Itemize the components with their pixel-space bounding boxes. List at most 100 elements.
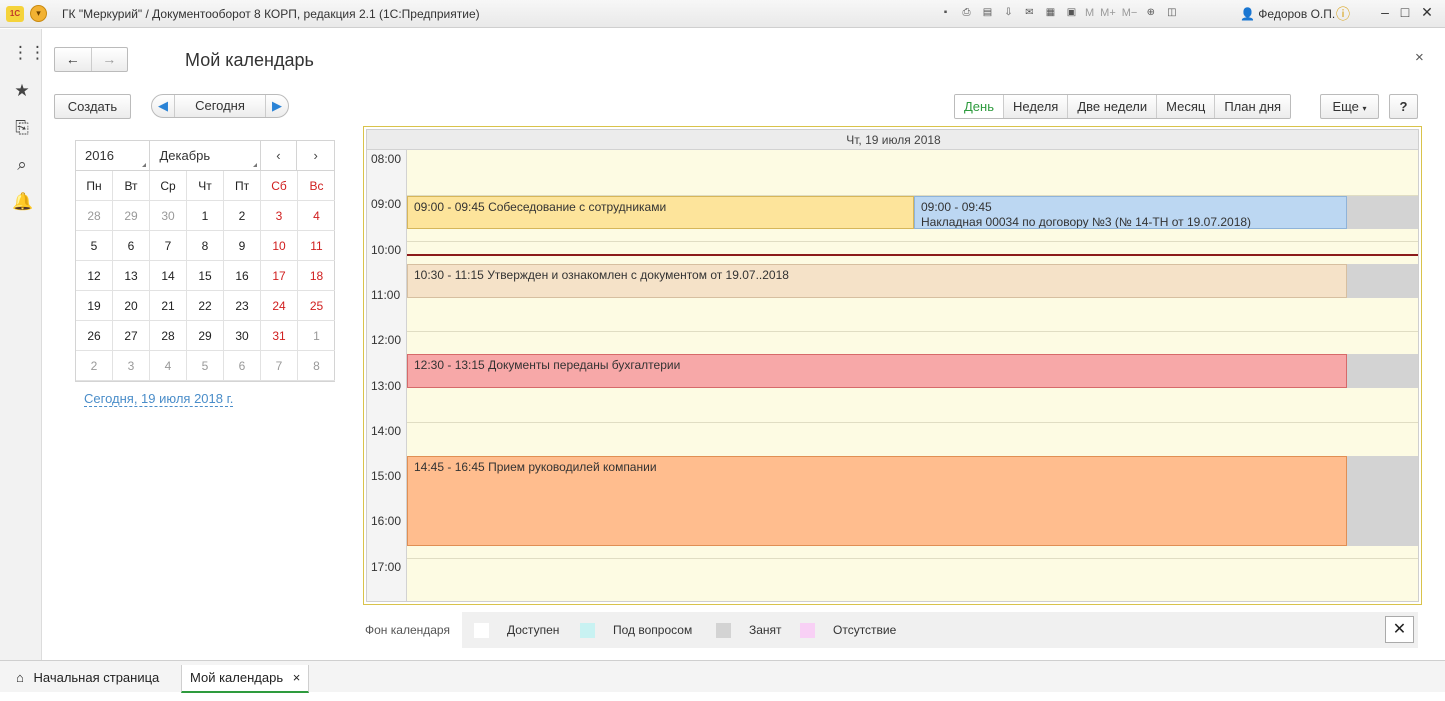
help-button[interactable]: ? [1389, 94, 1418, 119]
calendar-day[interactable]: 21 [150, 291, 187, 321]
calendar-day[interactable]: 12 [76, 261, 113, 291]
tab-my-calendar[interactable]: Мой календарь × [181, 665, 310, 693]
close-window-button[interactable]: ✕ [1418, 4, 1436, 21]
forward-arrow-icon[interactable]: → [90, 48, 128, 71]
event-interview[interactable]: 09:00 - 09:45 Собеседование с сотрудника… [407, 196, 914, 229]
tab-home[interactable]: ⌂ Начальная страница [8, 665, 167, 691]
calendar-day[interactable]: 14 [150, 261, 187, 291]
calendar-day[interactable]: 2 [76, 351, 113, 381]
close-tab-icon[interactable]: × [293, 670, 301, 685]
calendar-day[interactable]: 6 [113, 231, 150, 261]
calendar-day[interactable]: 1 [187, 201, 224, 231]
memory-plus-button[interactable]: M+ [1100, 7, 1116, 19]
calendar-icon[interactable]: ▣ [1064, 5, 1079, 20]
memory-minus-button[interactable]: M− [1122, 7, 1138, 19]
calendar-day[interactable]: 1 [298, 321, 335, 351]
calendar-day[interactable]: 24 [261, 291, 298, 321]
schedule-grid[interactable]: 09:00 - 09:45 Собеседование с сотрудника… [407, 150, 1418, 601]
view-month[interactable]: Месяц [1156, 95, 1215, 118]
zoom-icon[interactable]: ⊕ [1143, 5, 1158, 20]
calendar-day[interactable]: 31 [261, 321, 298, 351]
calendar-day[interactable]: 7 [150, 231, 187, 261]
close-form-icon[interactable]: × [1415, 49, 1424, 66]
view-week[interactable]: Неделя [1003, 95, 1068, 118]
more-button[interactable]: Еще ▾ [1320, 94, 1379, 119]
memory-button[interactable]: M [1085, 7, 1094, 19]
calendar-day[interactable]: 19 [76, 291, 113, 321]
calendar-day[interactable]: 26 [76, 321, 113, 351]
minimize-button[interactable]: – [1376, 4, 1394, 20]
calendar-day[interactable]: 15 [187, 261, 224, 291]
search-icon[interactable]: ⌕ [12, 155, 32, 175]
calendar-day[interactable]: 30 [150, 201, 187, 231]
legend-close-button[interactable]: ✕ [1385, 616, 1414, 643]
month-select[interactable]: Декабрь [150, 141, 261, 170]
view-day-plan[interactable]: План дня [1214, 95, 1291, 118]
calendar-day[interactable]: 17 [261, 261, 298, 291]
prev-month-icon[interactable]: ‹ [261, 141, 298, 170]
year-select[interactable]: 2016 [76, 141, 151, 170]
today-date-link[interactable]: Сегодня, 19 июля 2018 г. [84, 391, 234, 407]
print-icon[interactable]: ⎙ [959, 5, 974, 20]
calendar-day[interactable]: 2 [224, 201, 261, 231]
calendar-day[interactable]: 29 [187, 321, 224, 351]
event-invoice[interactable]: 09:00 - 09:45 Накладная 00034 по договор… [914, 196, 1347, 229]
today-button[interactable]: Сегодня [174, 95, 266, 117]
calendar-day[interactable]: 4 [298, 201, 335, 231]
calendar-day[interactable]: 20 [113, 291, 150, 321]
event-documents-accounting[interactable]: 12:30 - 13:15 Документы переданы бухгалт… [407, 354, 1347, 388]
save-icon[interactable]: ▪ [938, 5, 953, 20]
event-managers-reception[interactable]: 14:45 - 16:45 Прием руководилей компании [407, 456, 1347, 546]
calendar-day[interactable]: 11 [298, 231, 335, 261]
calculator-icon[interactable]: ▦ [1043, 5, 1058, 20]
calendar-day[interactable]: 23 [224, 291, 261, 321]
notifications-bell-icon[interactable]: 🔔 [12, 192, 33, 212]
calendar-day[interactable]: 10 [261, 231, 298, 261]
back-arrow-icon[interactable]: ← [55, 48, 91, 71]
favorites-star-icon[interactable]: ★ [12, 81, 32, 101]
hour-gridline [407, 422, 1418, 423]
dropdown-corner-icon [252, 163, 257, 167]
view-day[interactable]: День [955, 95, 1003, 118]
panels-icon[interactable]: ◫ [1164, 5, 1179, 20]
view-two-weeks[interactable]: Две недели [1067, 95, 1157, 118]
calendar-day[interactable]: 7 [261, 351, 298, 381]
download-icon[interactable]: ⇩ [1001, 5, 1016, 20]
event-document-approved[interactable]: 10:30 - 11:15 Утвержден и ознакомлен с д… [407, 264, 1347, 298]
calendar-legend: Фон календаря Доступен Под вопросом Заня… [362, 612, 1418, 648]
calendar-day[interactable]: 3 [261, 201, 298, 231]
mail-icon[interactable]: ✉ [1022, 5, 1037, 20]
calendar-day[interactable]: 8 [298, 351, 335, 381]
maximize-button[interactable]: □ [1396, 4, 1414, 20]
next-month-icon[interactable]: › [297, 141, 334, 170]
calendar-day[interactable]: 5 [76, 231, 113, 261]
user-name[interactable]: 👤 Федоров О.П. [1240, 7, 1335, 21]
sections-grid-icon[interactable]: ⋮⋮ [12, 43, 46, 63]
calendar-day[interactable]: 27 [113, 321, 150, 351]
main-menu-button[interactable]: ▾ [30, 5, 47, 22]
create-button[interactable]: Создать [54, 94, 131, 119]
calendar-day[interactable]: 9 [224, 231, 261, 261]
calendar-day[interactable]: 8 [187, 231, 224, 261]
calendar-day[interactable]: 25 [298, 291, 335, 321]
calendar-day[interactable]: 4 [150, 351, 187, 381]
calendar-day[interactable]: 13 [113, 261, 150, 291]
calendar-day[interactable]: 28 [76, 201, 113, 231]
calendar-day[interactable]: 22 [187, 291, 224, 321]
calendar-day[interactable]: 30 [224, 321, 261, 351]
calendar-day[interactable]: 29 [113, 201, 150, 231]
calendar-day[interactable]: 16 [224, 261, 261, 291]
calendar-day[interactable]: 18 [298, 261, 335, 291]
weekday-header: Пт [224, 171, 261, 201]
previous-day-icon[interactable]: ◀ [152, 95, 174, 117]
next-day-icon[interactable]: ▶ [266, 95, 288, 117]
today-navigation: ◀ Сегодня ▶ [151, 94, 289, 118]
info-icon[interactable]: ⓘ [1334, 4, 1352, 24]
calendar-day[interactable]: 28 [150, 321, 187, 351]
history-icon[interactable]: ⎘ [12, 118, 32, 138]
calendar-day[interactable]: 5 [187, 351, 224, 381]
calendar-day[interactable]: 6 [224, 351, 261, 381]
dropdown-corner-icon [142, 163, 147, 167]
calendar-day[interactable]: 3 [113, 351, 150, 381]
preview-icon[interactable]: ▤ [980, 5, 995, 20]
